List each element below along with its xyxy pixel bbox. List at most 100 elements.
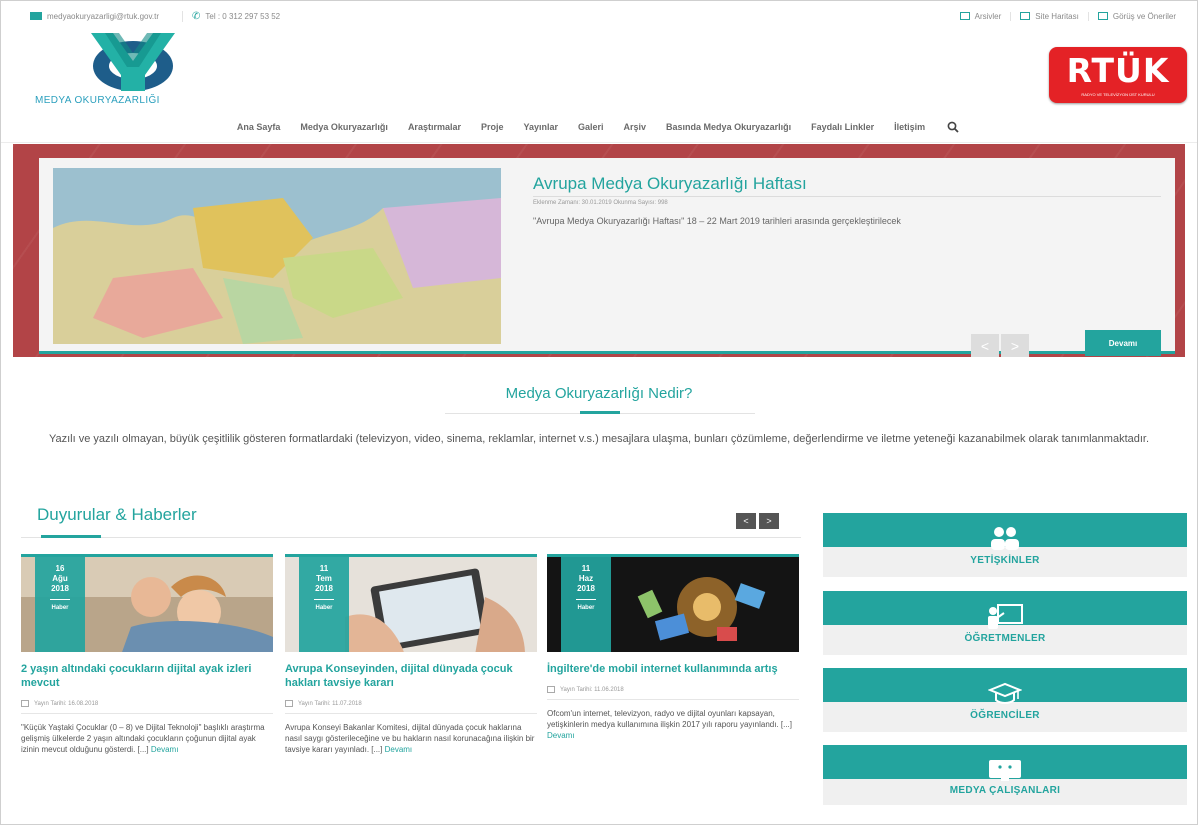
news-card-publish-date: Yayın Tarihi: 16.08.2018 [21, 700, 273, 707]
logo-text: MEDYA OKURYAZARLIĞI [35, 95, 160, 106]
excerpt-text: Ofcom'un internet, televizyon, radyo ve … [547, 709, 793, 729]
read-more-link[interactable]: Devamı [547, 731, 575, 740]
rtuk-title: RTÜK [1066, 51, 1170, 90]
monitor-icon [985, 757, 1025, 783]
teacher-icon-svg [988, 604, 1023, 629]
news-card-excerpt: Avrupa Konseyi Bakanlar Komitesi, dijita… [285, 722, 537, 755]
slide: Avrupa Medya Okuryazarlığı Haftası Eklen… [39, 158, 1175, 357]
email-text: medyaokuryazarligi@rtuk.gov.tr [47, 11, 160, 21]
slider-prev-button[interactable]: < [971, 334, 999, 357]
date-divider [50, 599, 70, 600]
nav-item-links[interactable]: Faydalı Linkler [811, 122, 874, 132]
slide-image[interactable] [53, 168, 501, 344]
news-card-publish-date: Yayın Tarihi: 11.07.2018 [285, 700, 537, 707]
monitor-icon-svg [989, 760, 1021, 781]
news-card: 11 Tem 2018 Haber Avrupa Konseyinden, di… [285, 554, 537, 755]
email-contact[interactable]: medyaokuryazarligi@rtuk.gov.tr [21, 12, 168, 21]
adults-icon-svg [991, 527, 1019, 550]
news-card: 16 Ağu 2018 Haber 2 yaşın altındaki çocu… [21, 554, 273, 755]
toplink-label: Görüş ve Öneriler [1112, 11, 1176, 21]
toplink-arsivler[interactable]: Arsivler [951, 12, 1011, 21]
date-category: Haber [315, 605, 333, 611]
site-logo[interactable]: MEDYA OKURYAZARLIĞI [35, 31, 235, 111]
slide-divider [533, 196, 1161, 197]
date-year: 2018 [315, 584, 333, 593]
news-card-image[interactable]: 16 Ağu 2018 Haber [21, 554, 273, 652]
toplink-label: Site Haritası [1035, 11, 1079, 21]
top-bar: medyaokuryazarligi@rtuk.gov.tr ✆ Tel : 0… [21, 5, 1185, 27]
adults-icon [985, 525, 1025, 551]
date-year: 2018 [577, 584, 595, 593]
read-more-link[interactable]: Devamı [151, 745, 179, 754]
date-divider [576, 599, 596, 600]
news-card-date: 11 Haz 2018 Haber [561, 557, 611, 652]
edit-icon [1097, 12, 1108, 20]
nav-item-research[interactable]: Araştırmalar [408, 122, 461, 132]
date-month: Tem [316, 574, 332, 583]
news-prev-button[interactable]: < [736, 513, 756, 529]
news-card-date: 16 Ağu 2018 Haber [35, 557, 85, 652]
news-section-title: Duyurular & Haberler [37, 505, 197, 524]
slide-more-button[interactable]: Devamı [1085, 330, 1161, 356]
news-card-title[interactable]: 2 yaşın altındaki çocukların dijital aya… [21, 662, 273, 690]
nav-item-gallery[interactable]: Galeri [578, 122, 604, 132]
archive-icon [959, 12, 970, 20]
nav-item-archive[interactable]: Arşiv [624, 122, 647, 132]
news-divider [21, 537, 801, 538]
news-card-title[interactable]: Avrupa Konseyinden, dijital dünyada çocu… [285, 662, 537, 690]
toplink-feedback[interactable]: Görüş ve Öneriler [1087, 11, 1185, 21]
news-card-date: 11 Tem 2018 Haber [299, 557, 349, 652]
phone-contact: ✆ Tel : 0 312 297 53 52 [182, 10, 289, 22]
nav-item-media-literacy[interactable]: Medya Okuryazarlığı [300, 122, 388, 132]
mo-logo-mark [91, 33, 175, 91]
nav-item-home[interactable]: Ana Sayfa [237, 122, 281, 132]
news-card-image[interactable]: 11 Haz 2018 Haber [547, 554, 799, 652]
nav-item-press[interactable]: Basında Medya Okuryazarlığı [666, 122, 791, 132]
date-day: 11 [581, 564, 591, 573]
mail-icon [30, 12, 42, 20]
nav-item-project[interactable]: Proje [481, 122, 504, 132]
news-card-publish-date: Yayın Tarihi: 11.06.2018 [547, 686, 799, 693]
phone-icon: ✆ [192, 10, 201, 22]
date-day: 16 [55, 564, 65, 573]
toplink-site-map[interactable]: Site Haritası [1010, 11, 1088, 21]
news-card-image[interactable]: 11 Tem 2018 Haber [285, 554, 537, 652]
date-day: 11 [319, 564, 329, 573]
section-divider-accent [580, 411, 620, 414]
graduation-cap-icon [985, 680, 1025, 706]
excerpt-text: "Küçük Yaştaki Çocuklar (0 – 8) ve Dijit… [21, 723, 265, 754]
read-more-link[interactable]: Devamı [385, 745, 413, 754]
date-category: Haber [51, 605, 69, 611]
audience-label: ÖĞRETMENLER [964, 633, 1046, 644]
sitemap-icon [1020, 12, 1031, 20]
date-category: Haber [577, 605, 595, 611]
audience-label: YETİŞKİNLER [970, 555, 1040, 566]
audience-adults[interactable]: YETİŞKİNLER [823, 513, 1187, 577]
toplink-label: Arsivler [974, 11, 1002, 21]
audience-media-workers[interactable]: MEDYA ÇALIŞANLARI [823, 745, 1187, 805]
rtuk-logo[interactable]: RTÜK RADYO VE TELEVİZYON ÜST KURULU [1049, 47, 1187, 103]
calendar-icon [21, 700, 29, 707]
audience-label: ÖĞRENCİLER [970, 710, 1040, 721]
slide-title[interactable]: Avrupa Medya Okuryazarlığı Haftası [533, 174, 807, 194]
publish-date-text: Yayın Tarihi: 11.06.2018 [560, 686, 624, 693]
calendar-icon [285, 700, 293, 707]
news-card-divider [547, 699, 799, 700]
slide-description: "Avrupa Medya Okuryazarlığı Haftası" 18 … [533, 216, 901, 226]
news-next-button[interactable]: > [759, 513, 779, 529]
search-button[interactable] [945, 120, 961, 134]
audience-label: MEDYA ÇALIŞANLARI [949, 785, 1061, 796]
main-nav: Ana Sayfa Medya Okuryazarlığı Araştırmal… [1, 111, 1197, 143]
nav-item-contact[interactable]: İletişim [894, 122, 925, 132]
news-card: 11 Haz 2018 Haber İngiltere'de mobil int… [547, 554, 799, 741]
date-month: Haz [578, 574, 594, 583]
news-card-title[interactable]: İngiltere'de mobil internet kullanımında… [547, 662, 799, 676]
rtuk-subtitle: RADYO VE TELEVİZYON ÜST KURULU [1081, 92, 1155, 97]
nav-item-publications[interactable]: Yayınlar [523, 122, 558, 132]
audience-teachers[interactable]: ÖĞRETMENLER [823, 591, 1187, 655]
audience-students[interactable]: ÖĞRENCİLER [823, 668, 1187, 732]
search-icon [947, 121, 959, 133]
phone-text: Tel : 0 312 297 53 52 [205, 11, 281, 21]
slider-next-button[interactable]: > [1001, 334, 1029, 357]
news-card-excerpt: Ofcom'un internet, televizyon, radyo ve … [547, 708, 799, 741]
